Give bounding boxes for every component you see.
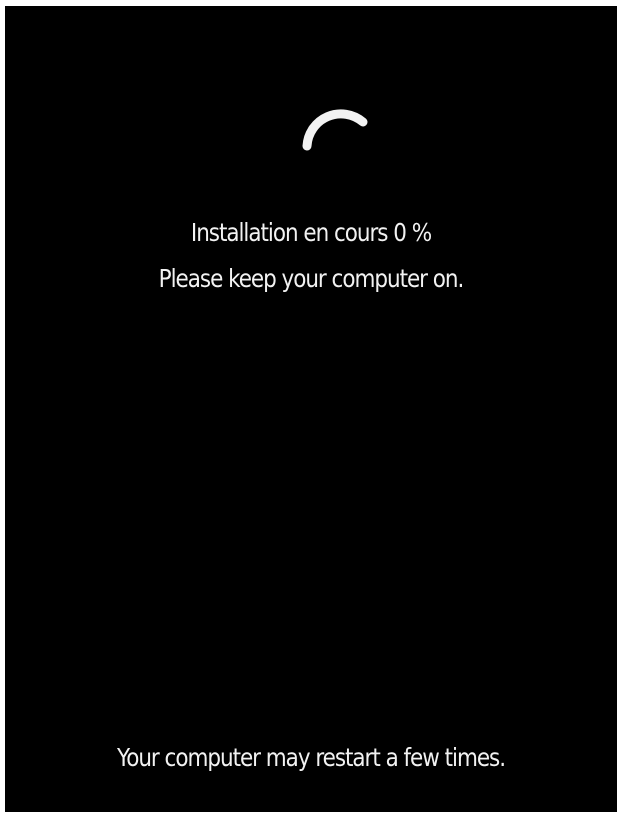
restart-note-text: Your computer may restart a few times. xyxy=(116,743,506,772)
update-screen: Installation en cours 0 % Please keep yo… xyxy=(5,6,617,812)
loading-spinner-icon xyxy=(302,109,368,151)
installation-progress-text: Installation en cours 0 % xyxy=(190,218,432,247)
keep-computer-on-text: Please keep your computer on. xyxy=(158,264,465,293)
